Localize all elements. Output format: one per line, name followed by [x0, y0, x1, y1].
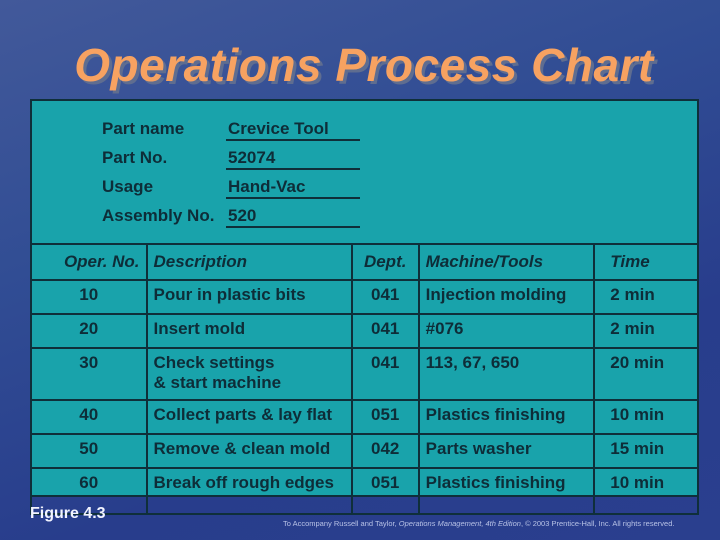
cell-description: Collect parts & lay flat — [145, 399, 353, 435]
footer-book-title: Operations Management, 4th Edition — [398, 519, 521, 528]
table-row: 50 Remove & clean mold 042 Parts washer … — [30, 433, 699, 469]
cell-description: Break off rough edges — [145, 467, 353, 515]
part-no-value: 52074 — [228, 148, 276, 167]
part-no-underline — [226, 168, 360, 170]
cell-time: 15 min — [593, 433, 699, 469]
table-row: 10 Pour in plastic bits 041 Injection mo… — [30, 279, 699, 315]
table-header-row: Oper. No. Description Dept. Machine/Tool… — [30, 243, 699, 281]
cell-oper-no: 30 — [30, 347, 148, 401]
part-name-label: Part name — [102, 119, 185, 138]
cell-time: 10 min — [593, 467, 699, 515]
description-line-1: Check settings — [153, 353, 275, 372]
cell-time: 10 min — [593, 399, 699, 435]
cell-dept: 051 — [350, 399, 420, 435]
header-dept: Dept. — [350, 243, 420, 281]
part-name-value: Crevice Tool — [228, 119, 329, 138]
cell-description: Remove & clean mold — [145, 433, 353, 469]
usage-underline — [226, 197, 360, 199]
table-row: 60 Break off rough edges 051 Plastics fi… — [30, 467, 699, 515]
cell-oper-no: 50 — [30, 433, 148, 469]
cell-dept: 051 — [350, 467, 420, 515]
cell-dept: 041 — [350, 279, 420, 315]
header-time: Time — [593, 243, 699, 281]
assembly-no-label: Assembly No. — [102, 206, 215, 225]
page-title: Operations Process Chart — [74, 39, 654, 91]
cell-description: Check settings & start machine — [145, 347, 353, 401]
footer-prefix: To Accompany Russell and Taylor, — [283, 519, 399, 528]
operations-table: Oper. No. Description Dept. Machine/Tool… — [30, 243, 699, 515]
cell-time: 20 min — [593, 347, 699, 401]
assembly-no-underline — [226, 226, 360, 228]
cell-time: 2 min — [593, 279, 699, 315]
cell-time: 2 min — [593, 313, 699, 349]
cell-oper-no: 40 — [30, 399, 148, 435]
cell-dept: 041 — [350, 313, 420, 349]
cell-dept: 042 — [350, 433, 420, 469]
figure-label: Figure 4.3 — [30, 505, 106, 522]
table-row: 30 Check settings & start machine 041 11… — [30, 347, 699, 401]
cell-machine-tools: Plastics finishing — [417, 467, 596, 515]
header-machine-tools: Machine/Tools — [417, 243, 596, 281]
cell-dept: 041 — [350, 347, 420, 401]
cell-machine-tools: #076 — [417, 313, 596, 349]
usage-value: Hand-Vac — [228, 177, 306, 196]
cell-description: Insert mold — [145, 313, 353, 349]
part-no-label: Part No. — [102, 148, 168, 167]
copyright-footer: To Accompany Russell and Taylor, Operati… — [283, 519, 674, 528]
assembly-no-value: 520 — [228, 206, 257, 225]
cell-oper-no: 20 — [30, 313, 148, 349]
part-name-underline — [226, 139, 360, 141]
cell-machine-tools: Plastics finishing — [417, 399, 596, 435]
cell-description: Pour in plastic bits — [145, 279, 353, 315]
usage-label: Usage — [102, 177, 154, 196]
header-oper-no: Oper. No. — [30, 243, 148, 281]
cell-machine-tools: Parts washer — [417, 433, 596, 469]
cell-machine-tools: 113, 67, 650 — [417, 347, 596, 401]
table-row: 20 Insert mold 041 #076 2 min — [30, 313, 699, 349]
header-description: Description — [145, 243, 353, 281]
cell-oper-no: 10 — [30, 279, 148, 315]
footer-suffix: , © 2003 Prentice-Hall, Inc. All rights … — [520, 519, 675, 528]
table-row: 40 Collect parts & lay flat 051 Plastics… — [30, 399, 699, 435]
description-line-2: & start machine — [153, 373, 282, 392]
cell-machine-tools: Injection molding — [417, 279, 596, 315]
process-chart-panel: Part name Crevice Tool Part No. 52074 Us… — [30, 99, 699, 515]
